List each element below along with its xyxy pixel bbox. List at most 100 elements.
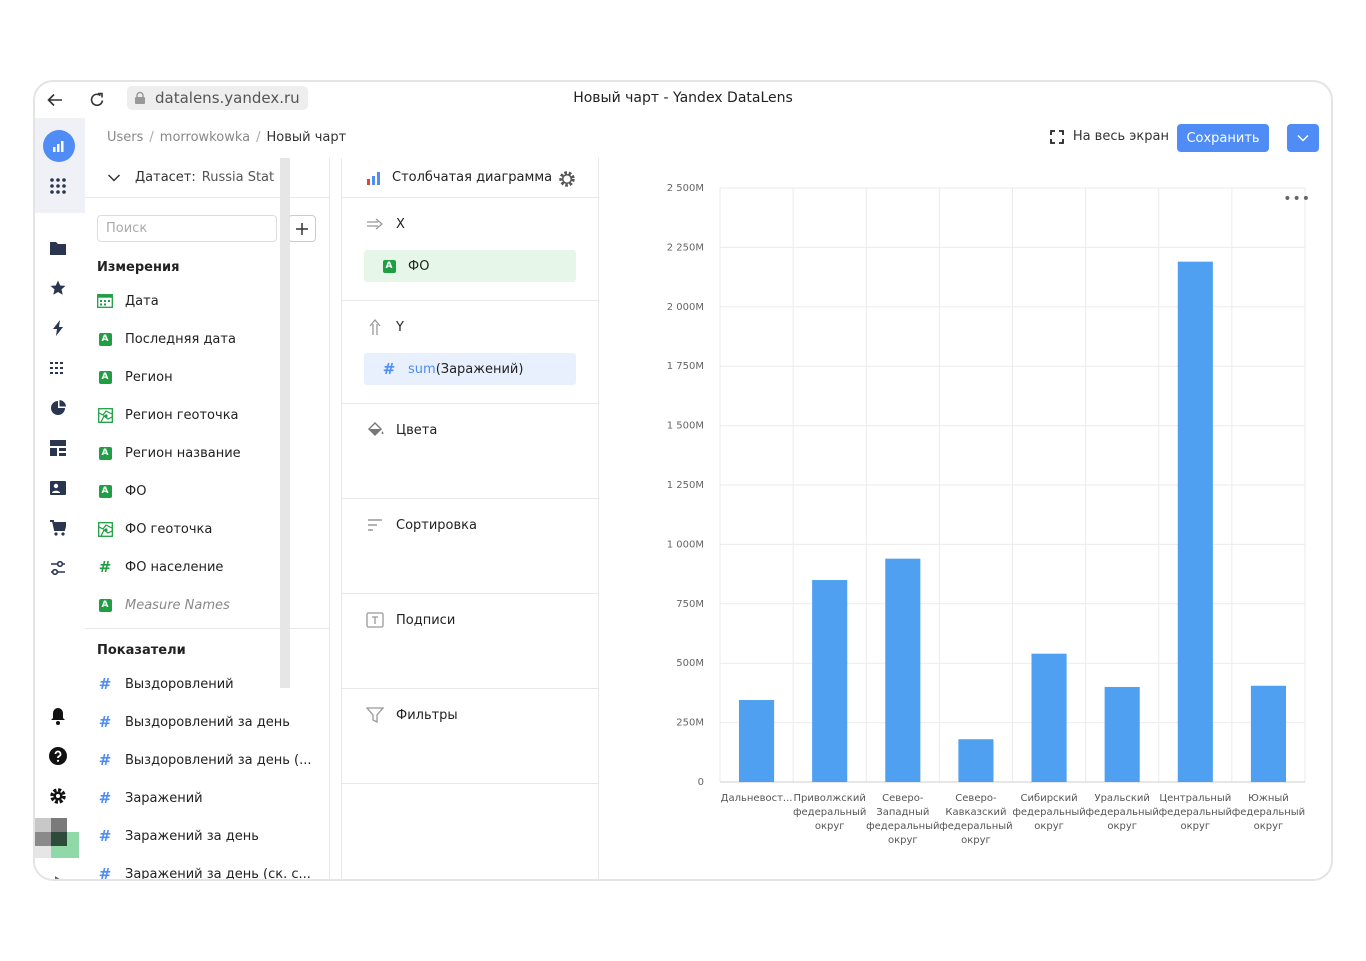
measure-field[interactable]: # Выздоровлений за день (85, 703, 330, 741)
dataset-name: Russia Stat (201, 170, 275, 185)
x-tick-label: федеральный (1159, 807, 1232, 818)
dimension-field[interactable]: A ФО (85, 472, 330, 510)
measure-field[interactable]: # Заражений за день (85, 817, 330, 855)
geo-icon (97, 407, 113, 423)
gear-icon[interactable] (558, 170, 576, 188)
number-icon: # (98, 827, 112, 845)
number-icon: # (98, 713, 112, 731)
add-field-button[interactable] (288, 215, 316, 242)
field-search-input[interactable]: Поиск (97, 215, 277, 242)
browser-toolbar: datalens.yandex.ru Новый чарт - Yandex D… (35, 82, 1331, 118)
dimension-field[interactable]: Регион геоточка (85, 396, 330, 434)
settings-sliders-icon[interactable] (48, 558, 68, 578)
arrow-right-icon (366, 215, 384, 233)
x-field-chip[interactable]: A ФО (364, 250, 576, 282)
x-tick-label: Южный (1248, 793, 1289, 804)
x-tick-label: округ (1254, 821, 1284, 832)
save-button[interactable]: Сохранить (1177, 124, 1269, 152)
labels-label: Подписи (396, 612, 456, 628)
bar (885, 558, 921, 782)
dimension-field[interactable]: A Последняя дата (85, 320, 330, 358)
field-list: Измерения Дата A Последняя дата A Регион Реги… (85, 254, 330, 881)
chevron-down-icon (1297, 134, 1309, 142)
x-tick-label: Уральский (1094, 793, 1149, 804)
number-type-icon: # (382, 360, 396, 378)
bar (1031, 653, 1067, 782)
breadcrumb-user-folder[interactable]: morrowkowka (160, 130, 250, 145)
breadcrumb-users[interactable]: Users (107, 130, 143, 145)
visualization-panel: Столбчатая диаграмма X A ФО Y # sum (Зар… (341, 158, 599, 879)
x-tick-label: округ (888, 835, 918, 846)
bar (958, 739, 994, 782)
arrow-up-icon (366, 318, 384, 336)
number-icon: # (98, 789, 112, 807)
number-icon: # (98, 865, 112, 881)
bar (812, 580, 848, 782)
sort-section[interactable]: Сортировка (342, 499, 598, 594)
measure-field[interactable]: # Выздоровлений за день (... (85, 741, 330, 779)
x-tick-label: федеральный (939, 821, 1012, 832)
chart-type-selector[interactable]: Столбчатая диаграмма (342, 158, 598, 198)
string-badge: A (98, 370, 112, 384)
gear-icon[interactable] (48, 786, 68, 806)
measure-field-label: Выздоровлений за день (125, 714, 290, 730)
y-tick-label: 1 750M (667, 361, 704, 372)
x-field-label: ФО (408, 258, 430, 274)
y-field-chip[interactable]: # sum (Заражений) (364, 353, 576, 385)
fullscreen-button[interactable]: На весь экран (1049, 129, 1169, 144)
dimension-field[interactable]: A Регион название (85, 434, 330, 472)
x-tick-label: федеральный (1085, 807, 1158, 818)
bell-icon[interactable] (48, 706, 68, 726)
save-options-button[interactable] (1287, 124, 1319, 152)
x-tick-label: Кавказский (945, 807, 1006, 818)
colors-section[interactable]: Цвета (342, 404, 598, 499)
nav-rail (35, 118, 85, 879)
colors-label: Цвета (396, 422, 438, 438)
labels-section[interactable]: Подписи (342, 594, 598, 689)
dimension-field[interactable]: A Measure Names (85, 586, 330, 624)
pie-chart-icon[interactable] (48, 398, 68, 418)
page-title: Новый чарт - Yandex DataLens (573, 90, 793, 106)
field-list-scrollbar[interactable] (280, 158, 290, 688)
string-badge: A (98, 598, 112, 612)
cart-icon[interactable] (48, 518, 68, 538)
dimension-field[interactable]: # ФО население (85, 548, 330, 586)
paint-bucket-icon (366, 421, 384, 439)
fullscreen-icon (1049, 129, 1064, 144)
number-icon: # (98, 558, 112, 576)
dimension-field-label: Регион геоточка (125, 407, 239, 423)
string-icon: A (97, 445, 113, 461)
apps-grid-icon[interactable] (48, 176, 68, 196)
y-axis-section: Y # sum (Заражений) (342, 301, 598, 404)
dataset-selector[interactable]: Датасет: Russia Stat (85, 158, 329, 198)
dimension-field[interactable]: A Регион (85, 358, 330, 396)
measure-field[interactable]: # Заражений (85, 779, 330, 817)
connection-icon[interactable] (48, 318, 68, 338)
help-icon[interactable] (48, 746, 68, 766)
measure-field[interactable]: # Заражений за день (ск. с... (85, 855, 330, 881)
expand-rail-icon[interactable] (53, 870, 63, 879)
user-folder-icon[interactable] (48, 478, 68, 498)
bar-chart-icon (367, 171, 380, 185)
dimension-field[interactable]: ФО геоточка (85, 510, 330, 548)
avatar[interactable] (35, 818, 79, 858)
x-tick-label: округ (961, 835, 991, 846)
dimension-field-label: Регион название (125, 445, 241, 461)
measure-field-label: Выздоровлений (125, 676, 234, 692)
dimension-field[interactable]: Дата (85, 282, 330, 320)
more-options-icon[interactable]: ••• (1283, 191, 1311, 207)
y-tick-label: 0 (698, 777, 704, 788)
sort-label: Сортировка (396, 517, 477, 533)
folder-icon[interactable] (48, 238, 68, 258)
dataset-icon[interactable] (48, 358, 68, 378)
app-header: Users / morrowkowka / Новый чарт На весь экр… (85, 118, 1331, 158)
string-badge: A (98, 484, 112, 498)
measure-field[interactable]: # Выздоровлений (85, 665, 330, 703)
string-badge: A (98, 446, 112, 460)
dimension-field-label: Measure Names (125, 597, 230, 613)
filters-section[interactable]: Фильтры (342, 689, 598, 784)
chart-area: ••• 0 250M 500M 750M 1 000M 1 250M 1 500M 1 750… (600, 158, 1331, 879)
star-icon[interactable] (48, 278, 68, 298)
dashboard-icon[interactable] (48, 438, 68, 458)
datalens-logo-icon[interactable] (43, 130, 75, 162)
